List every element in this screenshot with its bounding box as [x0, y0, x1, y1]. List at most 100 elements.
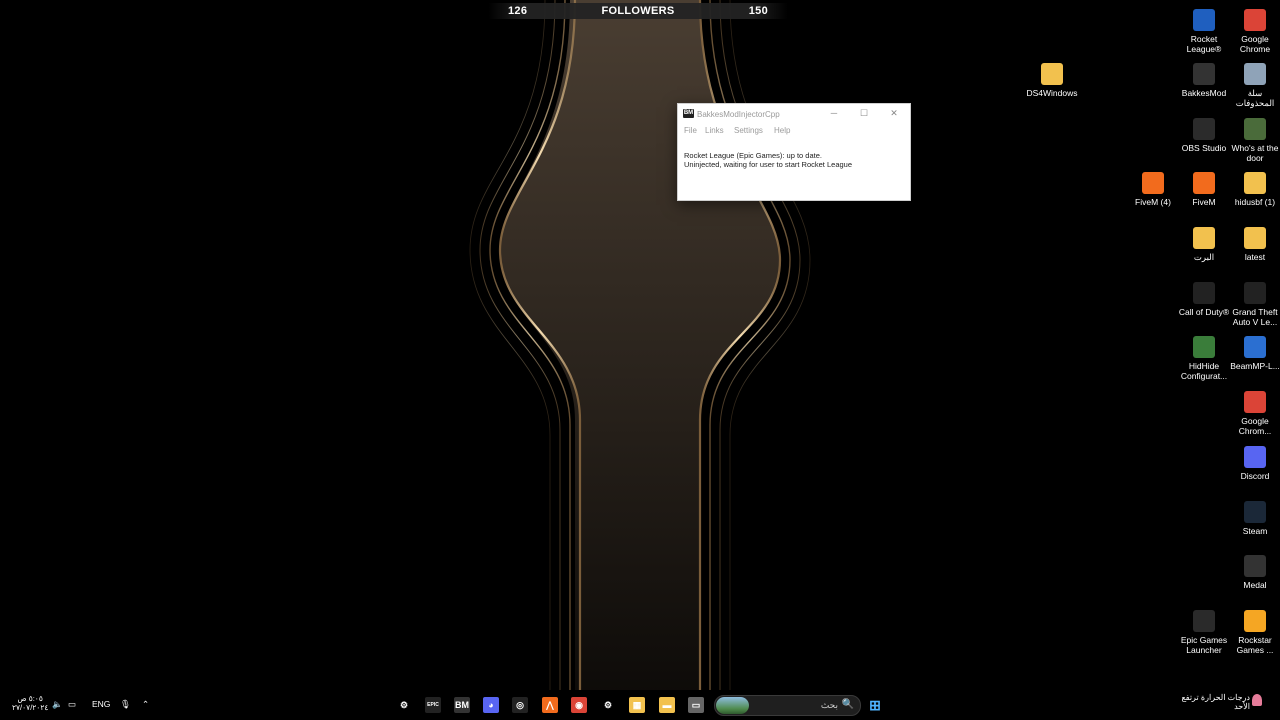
- folder-icon: [1244, 227, 1266, 249]
- folder-icon: [1244, 172, 1266, 194]
- desktop-icon[interactable]: Rocket League®: [1178, 4, 1230, 54]
- desktop-icon-label: سلة المحذوفات: [1235, 88, 1275, 108]
- network-icon[interactable]: ▭: [68, 699, 76, 710]
- desktop-icon-label: FiveM (4): [1135, 197, 1171, 207]
- desktop-icon-label: hidusbf (1): [1234, 197, 1276, 207]
- desktop-icon[interactable]: Call of Duty®: [1178, 277, 1230, 317]
- file-explorer-icon[interactable]: ▬: [659, 697, 675, 713]
- taskbar-search[interactable]: بحث 🔍: [714, 695, 861, 716]
- desktop-icon[interactable]: BakkesMod: [1178, 58, 1230, 98]
- desktop-icon-label: latest: [1244, 252, 1266, 262]
- minimize-button[interactable]: ─: [826, 107, 842, 119]
- desktop-icon[interactable]: BeamMP-L...: [1229, 331, 1280, 371]
- desktop-icon[interactable]: Rockstar Games ...: [1229, 605, 1280, 655]
- steam-icon: [1244, 501, 1266, 523]
- window-title: BakkesModInjectorCpp: [697, 110, 780, 119]
- desktop-icon-label: BakkesMod: [1181, 88, 1227, 98]
- weather-widget[interactable]: درجات الحرارة ترتفع الأحد: [1170, 693, 1250, 711]
- menu-settings[interactable]: Settings: [734, 126, 763, 135]
- start-button[interactable]: ⊞: [867, 697, 883, 713]
- microphone-icon[interactable]: 🎙: [120, 699, 131, 710]
- close-button[interactable]: ✕: [886, 107, 902, 119]
- clock-date: ٢٧/٠٧/٢٠٢٤: [12, 703, 49, 712]
- desktop-icon-label: Who's at the door: [1231, 143, 1279, 163]
- desktop-icon[interactable]: البرت: [1178, 222, 1230, 262]
- desktop-icon[interactable]: hidusbf (1): [1229, 167, 1280, 207]
- language-indicator[interactable]: ENG: [92, 699, 110, 709]
- steelseries-icon[interactable]: ⚙: [396, 697, 412, 713]
- medal-icon: [1244, 555, 1266, 577]
- desktop-icon-label: Medal: [1243, 580, 1267, 590]
- desktop-icon-label: Google Chrom...: [1238, 416, 1272, 436]
- steelseries-gg-icon[interactable]: ⚙: [600, 697, 616, 713]
- beammp-icon: [1244, 336, 1266, 358]
- store-icon[interactable]: ▦: [629, 697, 645, 713]
- desktop-icon[interactable]: Discord: [1229, 441, 1280, 481]
- chrome-icon: [1244, 391, 1266, 413]
- desktop-icon-label: Rocket League®: [1186, 34, 1222, 54]
- desktop-icon-label: Steam: [1242, 526, 1268, 536]
- discord-icon[interactable]: ◕: [483, 697, 499, 713]
- recycle-bin-icon: [1244, 63, 1266, 85]
- desktop-icon[interactable]: Steam: [1229, 496, 1280, 536]
- folder-icon: [1193, 227, 1215, 249]
- desktop-icon[interactable]: Epic Games Launcher: [1178, 605, 1230, 655]
- desktop-icon[interactable]: HidHide Configurat...: [1178, 331, 1230, 381]
- desktop-icon-label: BeamMP-L...: [1230, 361, 1280, 371]
- window-icon[interactable]: ▭: [688, 697, 704, 713]
- desktop-icon[interactable]: Grand Theft Auto V Le...: [1229, 277, 1280, 327]
- desktop-icon[interactable]: DS4Windows: [1026, 58, 1078, 98]
- window-menubar: File Links Settings Help: [678, 123, 910, 139]
- desktop-icon[interactable]: FiveM: [1178, 167, 1230, 207]
- desktop-wallpaper: [0, 0, 1280, 720]
- desktop-icon[interactable]: latest: [1229, 222, 1280, 262]
- desktop-icon[interactable]: Google Chrom...: [1229, 386, 1280, 436]
- search-placeholder: بحث: [820, 700, 838, 710]
- fivem-icon: [1142, 172, 1164, 194]
- window-titlebar[interactable]: BM BakkesModInjectorCpp ─ ☐ ✕: [678, 104, 910, 123]
- maximize-button[interactable]: ☐: [856, 107, 872, 119]
- epic-games-icon[interactable]: EPIC: [425, 697, 441, 713]
- menu-links[interactable]: Links: [705, 126, 724, 135]
- epic-games-icon: [1193, 610, 1215, 632]
- thermometer-icon: [1252, 694, 1262, 706]
- hidhide-icon: [1193, 336, 1215, 358]
- menu-help[interactable]: Help: [774, 126, 790, 135]
- bakkesmod-injector-window[interactable]: BM BakkesModInjectorCpp ─ ☐ ✕ File Links…: [677, 103, 911, 201]
- chrome-icon: [1244, 9, 1266, 31]
- desktop-icon-label: HidHide Configurat...: [1180, 361, 1228, 381]
- discord-icon: [1244, 446, 1266, 468]
- status-line-update: Rocket League (Epic Games): up to date.: [684, 151, 822, 160]
- status-line-injection: Uninjected, waiting for user to start Ro…: [684, 160, 853, 169]
- desktop-icon[interactable]: Medal: [1229, 550, 1280, 590]
- rockstar-icon: [1244, 610, 1266, 632]
- bakkesmod-icon[interactable]: BM: [454, 697, 470, 713]
- chevron-up-icon[interactable]: ⌃: [142, 699, 149, 710]
- desktop-icon-label: البرت: [1193, 252, 1215, 262]
- followers-title: FOLLOWERS: [601, 5, 675, 17]
- menu-file[interactable]: File: [684, 126, 697, 135]
- game-icon: [1244, 118, 1266, 140]
- speaker-icon[interactable]: 🔈: [52, 699, 63, 710]
- call-of-duty-icon: [1193, 282, 1215, 304]
- fivem-icon[interactable]: ⋀: [542, 697, 558, 713]
- obs-icon[interactable]: ◎: [512, 697, 528, 713]
- desktop-icon-label: Rockstar Games ...: [1236, 635, 1274, 655]
- desktop-icon-label: Call of Duty®: [1178, 307, 1230, 317]
- desktop-icon[interactable]: FiveM (4): [1127, 167, 1179, 207]
- desktop-icon[interactable]: OBS Studio: [1178, 113, 1230, 153]
- desktop-icon-label: Epic Games Launcher: [1180, 635, 1228, 655]
- rocket-league-icon: [1193, 9, 1215, 31]
- weather-day: الأحد: [1234, 702, 1250, 711]
- weather-text: درجات الحرارة ترتفع: [1181, 693, 1250, 702]
- fivem-icon: [1193, 172, 1215, 194]
- folder-icon: [1041, 63, 1063, 85]
- desktop-icon[interactable]: Google Chrome: [1229, 4, 1280, 54]
- bakkesmod-icon: [1193, 63, 1215, 85]
- clock[interactable]: ٥:٠٥ ص ٢٧/٠٧/٢٠٢٤: [12, 694, 48, 712]
- chrome-icon[interactable]: ◉: [571, 697, 587, 713]
- search-icon: 🔍: [841, 699, 854, 710]
- bakkesmod-logo-icon: BM: [683, 109, 694, 118]
- desktop-icon[interactable]: Who's at the door: [1229, 113, 1280, 163]
- desktop-icon[interactable]: سلة المحذوفات: [1229, 58, 1280, 108]
